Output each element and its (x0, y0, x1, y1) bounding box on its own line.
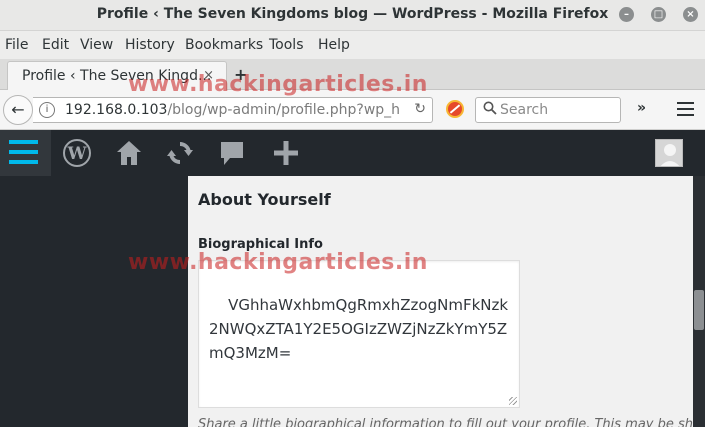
noscript-icon[interactable] (446, 100, 464, 118)
section-title: About Yourself (198, 190, 331, 209)
bio-textarea[interactable]: VGhhaWxhbmQgRmxhZzogNmFkNzk2NWQxZTA1Y2E5… (198, 260, 520, 408)
scrollbar-thumb[interactable] (694, 290, 704, 330)
admin-sidebar (0, 176, 188, 427)
menu-edit[interactable]: Edit (42, 37, 69, 53)
open-menu-icon[interactable] (677, 102, 694, 117)
menu-file[interactable]: File (5, 37, 28, 53)
plus-icon[interactable] (271, 138, 301, 168)
svg-text:W: W (66, 144, 87, 164)
bio-value: VGhhaWxhbmQgRmxhZzogNmFkNzk2NWQxZTA1Y2E5… (209, 296, 509, 362)
window-title: Profile ‹ The Seven Kingdoms blog — Word… (96, 6, 609, 22)
wordpress-logo-icon[interactable]: W (62, 138, 92, 168)
avatar-icon[interactable] (655, 139, 683, 167)
watermark-bottom: www.hackingarticles.in (128, 250, 428, 275)
watermark-top: www.hackingarticles.in (128, 72, 428, 97)
menu-tools[interactable]: Tools (269, 37, 304, 53)
bio-help-text: Share a little biographical information … (198, 417, 693, 427)
back-button[interactable]: ← (3, 95, 33, 125)
url-host: 192.168.0.103 (65, 102, 168, 118)
resize-grip-icon[interactable] (509, 397, 517, 405)
window-titlebar: Profile ‹ The Seven Kingdoms blog — Word… (0, 0, 705, 31)
search-placeholder: Search (500, 102, 549, 118)
minimize-button[interactable]: – (619, 7, 634, 22)
reload-icon[interactable]: ↻ (414, 101, 426, 117)
menu-view[interactable]: View (80, 37, 113, 53)
maximize-button[interactable]: □ (651, 7, 666, 22)
home-icon[interactable] (114, 138, 144, 168)
profile-content: About Yourself Biographical Info VGhhaWx… (188, 176, 693, 427)
menu-icon[interactable] (0, 130, 51, 176)
updates-icon[interactable] (165, 138, 195, 168)
search-icon (483, 101, 497, 119)
menu-help[interactable]: Help (318, 37, 350, 53)
menu-bookmarks[interactable]: Bookmarks (185, 37, 263, 53)
url-bar[interactable]: i 192.168.0.103/blog/wp-admin/profile.ph… (33, 97, 433, 123)
menu-bar: File Edit View History Bookmarks Tools H… (0, 31, 705, 59)
url-path: /blog/wp-admin/profile.php?wp_h (167, 102, 401, 118)
overflow-chevron-icon[interactable]: » (637, 100, 646, 116)
comments-icon[interactable] (217, 138, 247, 168)
search-input[interactable]: Search (475, 97, 621, 123)
wp-admin-bar: W (0, 130, 705, 176)
site-info-icon[interactable]: i (39, 102, 55, 118)
url-text[interactable]: 192.168.0.103/blog/wp-admin/profile.php?… (65, 102, 400, 118)
menu-history[interactable]: History (125, 37, 175, 53)
close-window-button[interactable]: × (683, 7, 698, 22)
